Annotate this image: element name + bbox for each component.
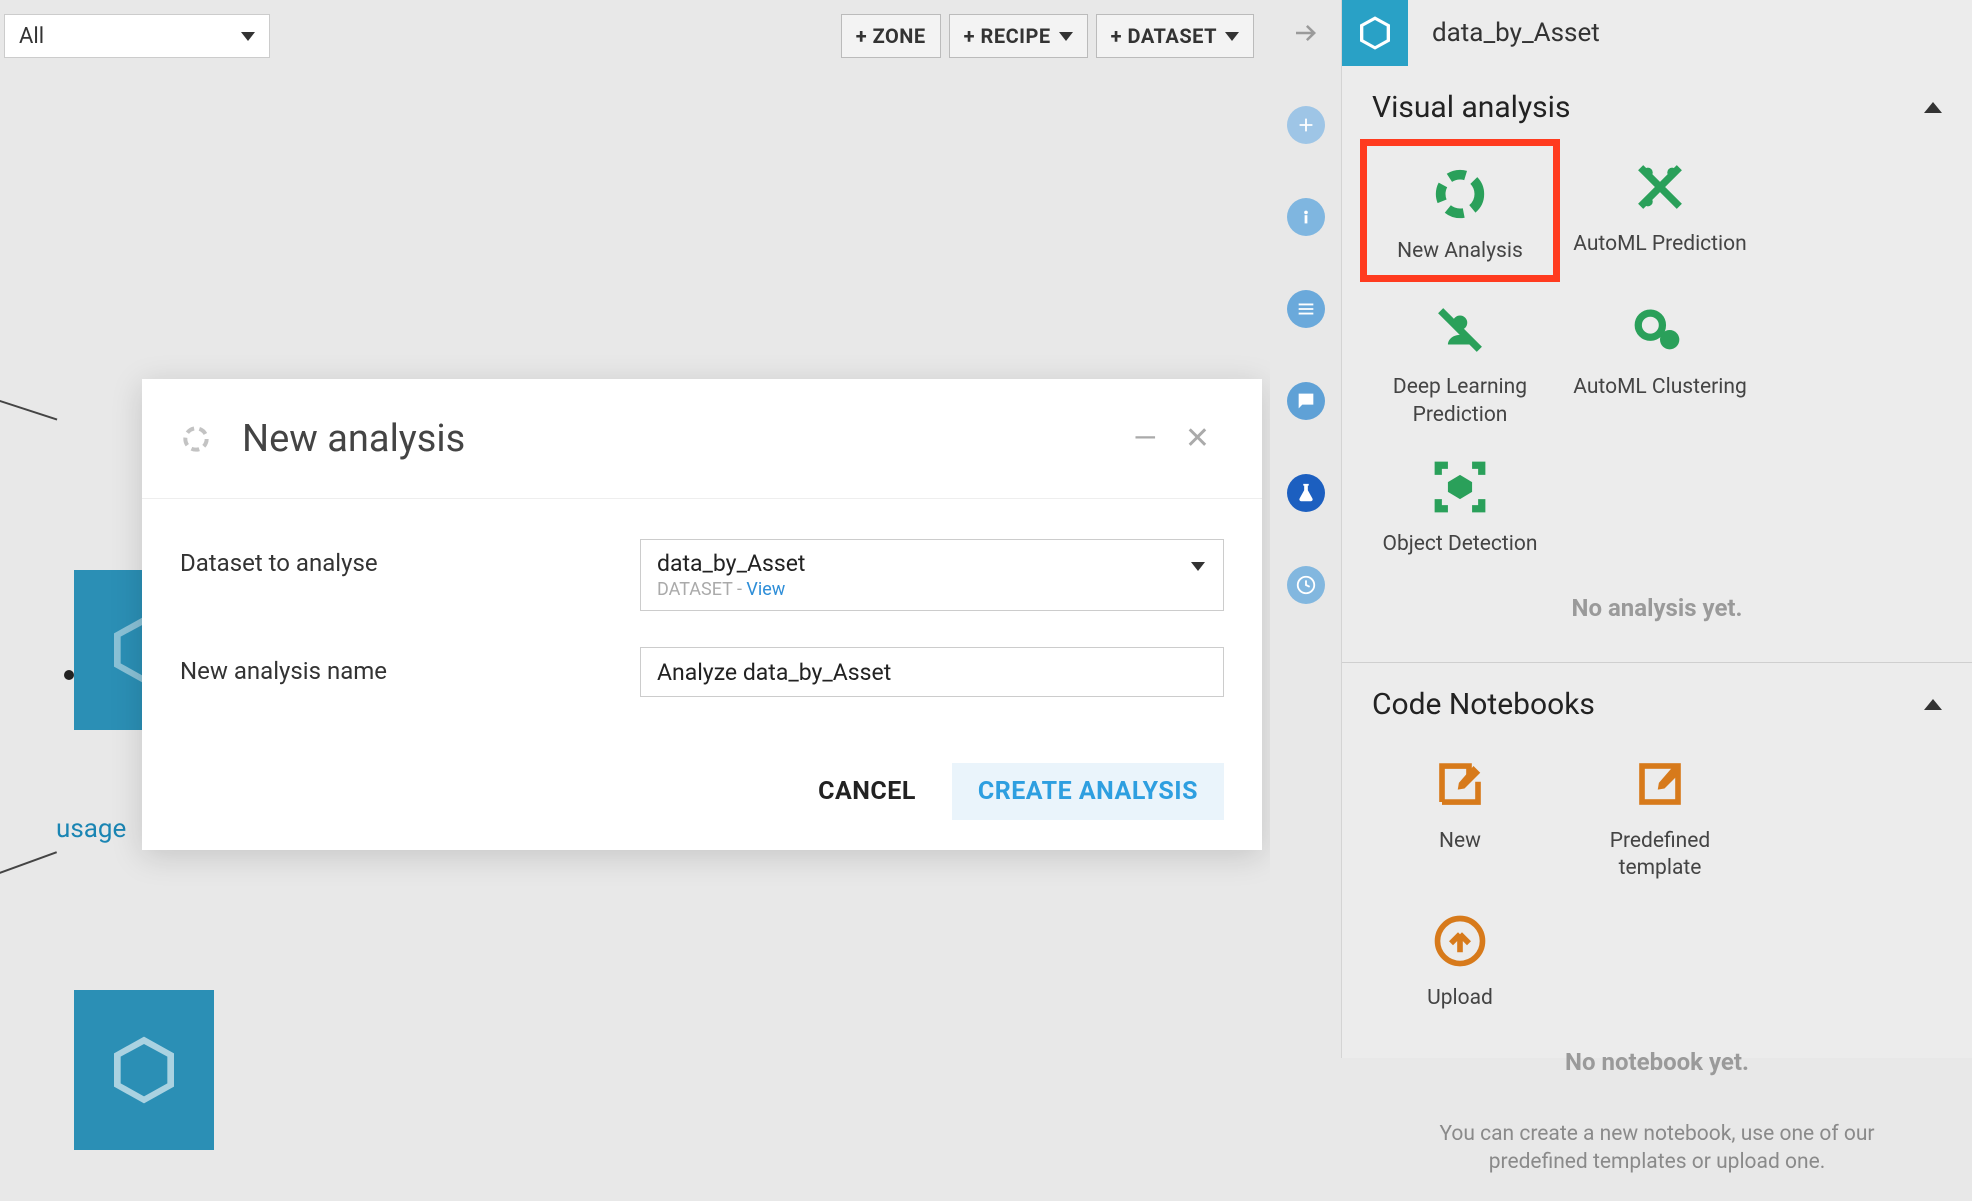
tile-object-detection[interactable]: Object Detection <box>1360 439 1560 568</box>
tile-label: AutoML Clustering <box>1566 374 1754 401</box>
right-panel-header: data_by_Asset <box>1342 0 1972 66</box>
view-dataset-link[interactable]: View <box>746 579 785 600</box>
automl-prediction-icon <box>1566 157 1754 217</box>
tile-automl-clustering[interactable]: AutoML Clustering <box>1560 282 1760 439</box>
add-dataset-label: + DATASET <box>1111 24 1217 48</box>
tile-label: New Analysis <box>1373 238 1547 265</box>
code-notebooks-heading: Code Notebooks <box>1372 687 1595 722</box>
name-field-label: New analysis name <box>180 647 640 685</box>
close-icon[interactable]: ✕ <box>1171 421 1224 456</box>
tile-label: AutoML Prediction <box>1566 231 1754 258</box>
object-detection-icon <box>1366 457 1554 517</box>
caret-down-icon <box>1059 32 1073 41</box>
right-panel-title: data_by_Asset <box>1432 18 1600 48</box>
tile-label: Deep Learning Prediction <box>1366 374 1554 429</box>
cube-icon <box>104 1030 184 1110</box>
analysis-ring-icon <box>1373 164 1547 224</box>
filter-selected: All <box>19 24 44 49</box>
dataset-node-label: usage <box>56 814 126 844</box>
dataset-type-label: DATASET <box>657 579 733 600</box>
edge <box>0 851 57 891</box>
chevron-up-icon[interactable] <box>1924 102 1942 113</box>
visual-empty-text: No analysis yet. <box>1360 568 1954 652</box>
caret-down-icon <box>241 32 255 41</box>
automl-clustering-icon <box>1566 300 1754 360</box>
chevron-up-icon[interactable] <box>1924 699 1942 710</box>
lab-icon[interactable] <box>1287 474 1325 512</box>
info-icon[interactable] <box>1287 198 1325 236</box>
tile-label: Upload <box>1366 985 1554 1012</box>
tile-notebook-new[interactable]: New <box>1360 736 1560 893</box>
modal-title: New analysis <box>242 417 465 461</box>
dataset-field-label: Dataset to analyse <box>180 539 640 577</box>
notebook-empty-text: No notebook yet. <box>1360 1022 1954 1106</box>
tile-label: Predefined template <box>1566 828 1754 883</box>
tile-deep-learning-prediction[interactable]: Deep Learning Prediction <box>1360 282 1560 439</box>
deep-learning-icon <box>1366 300 1554 360</box>
template-icon <box>1566 754 1754 814</box>
tile-label: New <box>1366 828 1554 855</box>
side-icon-strip <box>1270 0 1342 1058</box>
edit-icon <box>1366 754 1554 814</box>
dataset-icon <box>1342 0 1408 66</box>
tile-notebook-upload[interactable]: Upload <box>1360 893 1560 1022</box>
add-icon[interactable] <box>1287 106 1325 144</box>
upload-icon <box>1366 911 1554 971</box>
visual-analysis-heading: Visual analysis <box>1372 90 1570 125</box>
analysis-name-input[interactable] <box>640 647 1224 697</box>
chat-icon[interactable] <box>1287 382 1325 420</box>
dataset-node[interactable] <box>74 990 214 1150</box>
caret-down-icon <box>1191 562 1205 571</box>
add-dataset-button[interactable]: + DATASET <box>1096 14 1254 58</box>
tile-new-analysis[interactable]: New Analysis <box>1360 139 1560 282</box>
edge <box>0 382 57 421</box>
visual-analysis-section: Visual analysis New Analysis AutoML Pred… <box>1342 66 1972 662</box>
filter-dropdown[interactable]: All <box>4 14 270 58</box>
create-analysis-button[interactable]: CREATE ANALYSIS <box>952 763 1224 820</box>
code-notebooks-section: Code Notebooks New Predefined template <box>1342 663 1972 1201</box>
history-icon[interactable] <box>1287 566 1325 604</box>
new-analysis-modal: New analysis — ✕ Dataset to analyse data… <box>142 379 1262 850</box>
caret-down-icon <box>1225 32 1239 41</box>
dataset-select-value: data_by_Asset <box>657 550 1207 577</box>
notebook-hint-text: You can create a new notebook, use one o… <box>1360 1106 1954 1191</box>
list-icon[interactable] <box>1287 290 1325 328</box>
add-zone-button[interactable]: + ZONE <box>841 14 941 58</box>
add-zone-label: + ZONE <box>856 24 926 48</box>
expand-panel-icon[interactable] <box>1287 14 1325 52</box>
minimize-icon[interactable]: — <box>1119 421 1170 456</box>
cancel-button[interactable]: CANCEL <box>812 763 922 820</box>
analysis-icon <box>180 423 212 455</box>
right-panel: data_by_Asset Visual analysis New Analys… <box>1342 0 1972 1058</box>
tile-label: Object Detection <box>1366 531 1554 558</box>
add-recipe-label: + RECIPE <box>964 24 1051 48</box>
tile-automl-prediction[interactable]: AutoML Prediction <box>1560 139 1760 282</box>
add-recipe-button[interactable]: + RECIPE <box>949 14 1088 58</box>
edge-endpoint <box>64 670 74 680</box>
tile-notebook-template[interactable]: Predefined template <box>1560 736 1760 893</box>
dataset-select[interactable]: data_by_Asset DATASET - View <box>640 539 1224 611</box>
